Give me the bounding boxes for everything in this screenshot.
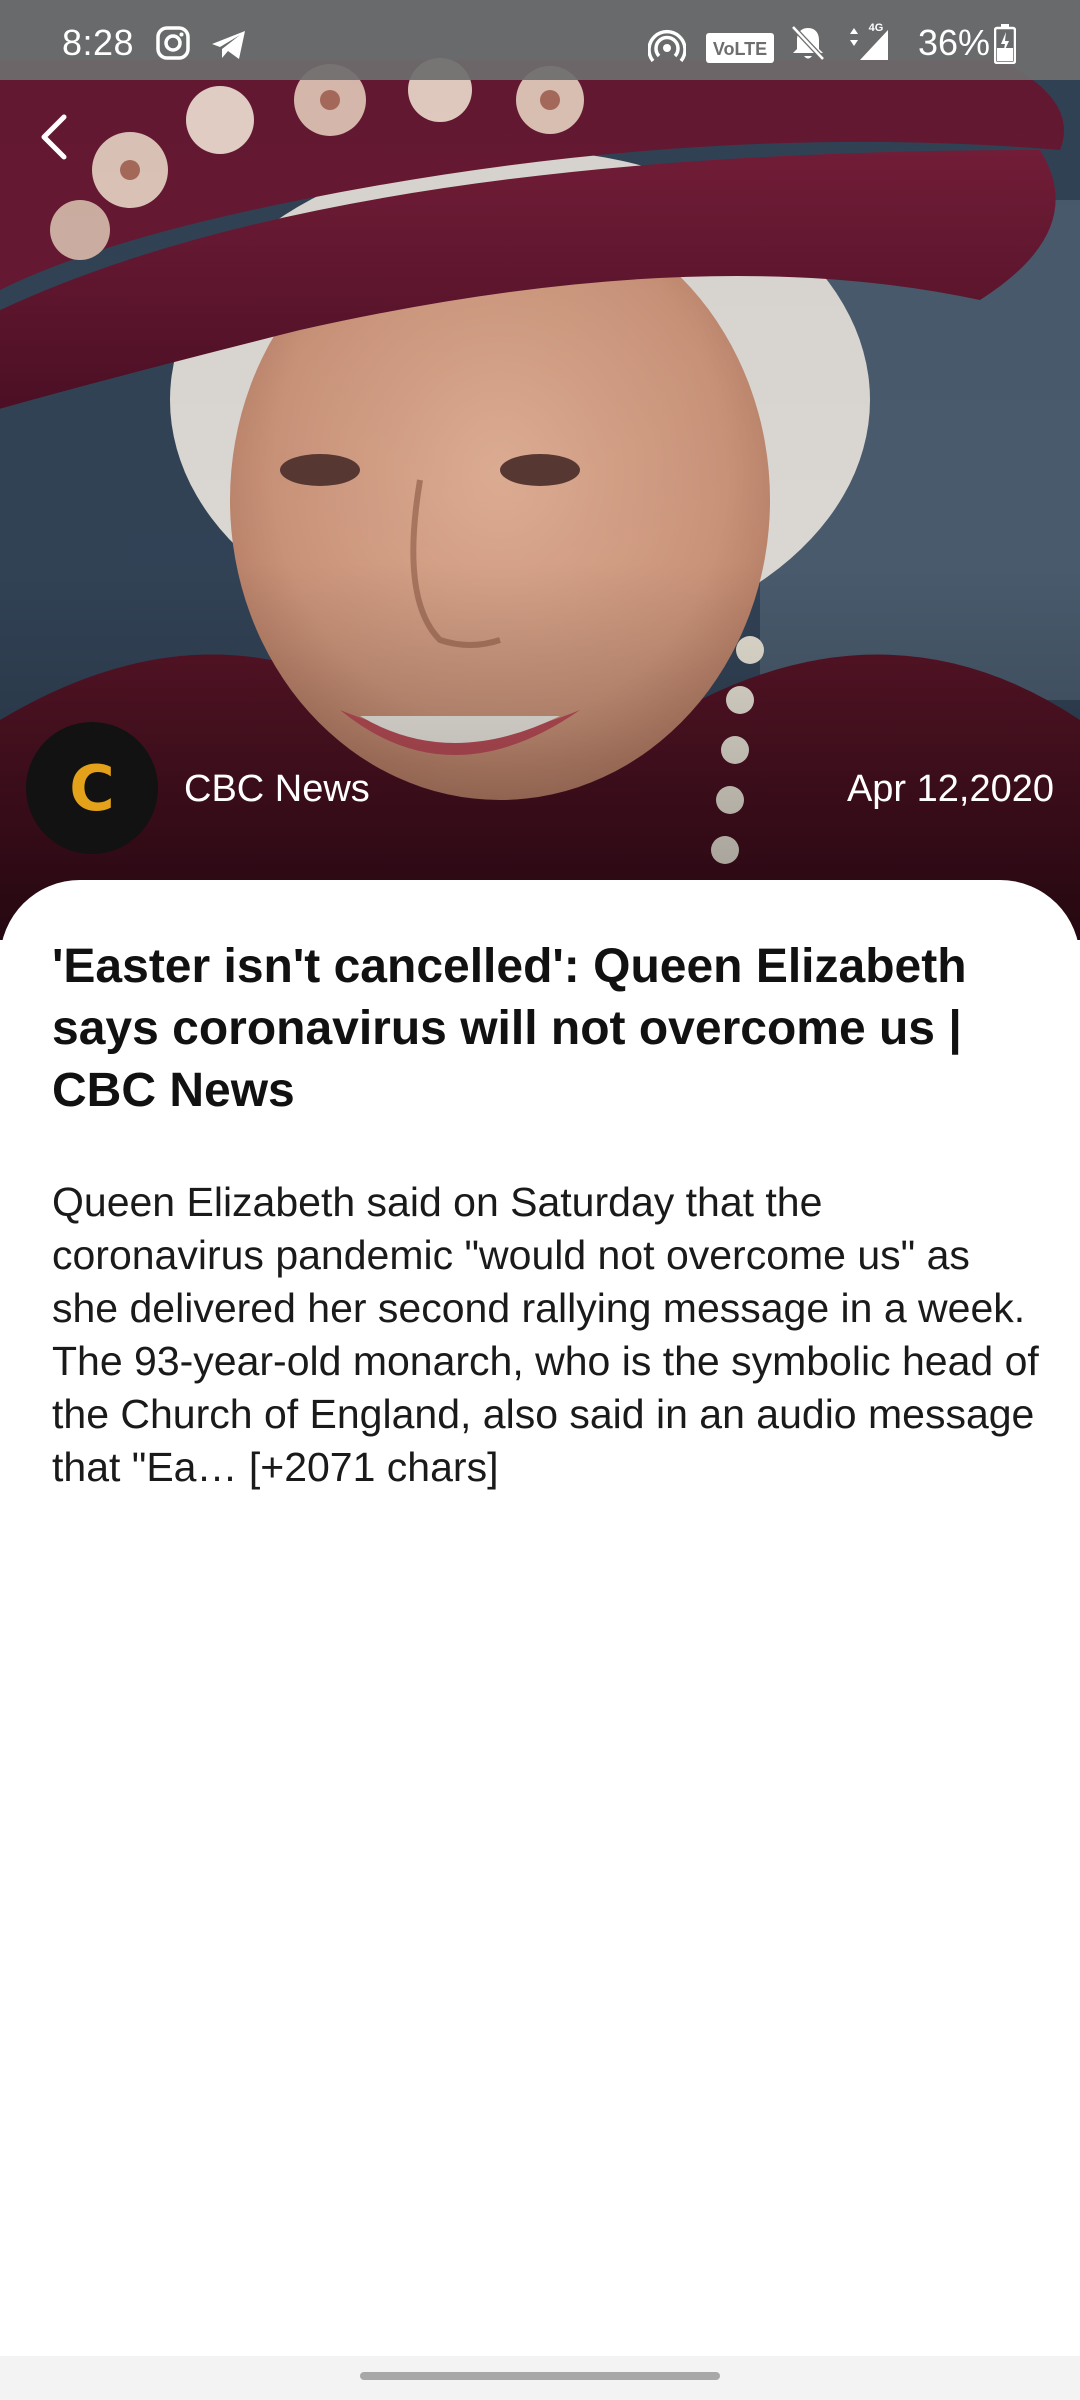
source-avatar: C [26,722,158,854]
instagram-icon [156,26,190,69]
article-body: Queen Elizabeth said on Saturday that th… [52,1179,1039,1490]
article-title: 'Easter isn't cancelled': Queen Elizabet… [52,940,967,1117]
battery-icon [993,24,1017,73]
article-detail-screen: 8:28 VoLTE 4G 36% C CBC News Apr 12,2020… [0,0,1080,2400]
source-initial: C [69,751,115,825]
chevron-left-icon [38,113,70,166]
svg-text:VoLTE: VoLTE [713,39,767,59]
source-name: CBC News [184,768,370,810]
home-gesture-handle[interactable] [360,2372,720,2380]
battery-percent: 36% [917,22,990,63]
status-time: 8:28 [62,22,135,63]
status-bar: 8:28 VoLTE 4G 36% [0,0,1080,80]
mute-icon [790,24,826,71]
signal-4g-icon: 4G [842,20,892,73]
navigation-bar [0,2356,1080,2400]
svg-text:4G: 4G [869,22,884,34]
volte-icon: VoLTE [706,30,774,72]
telegram-icon [210,28,248,70]
publish-date: Apr 12,2020 [846,768,1054,810]
hotspot-icon [647,28,687,71]
back-button[interactable] [24,104,84,174]
article-card: 'Easter isn't cancelled': Queen Elizabet… [0,880,1080,2400]
